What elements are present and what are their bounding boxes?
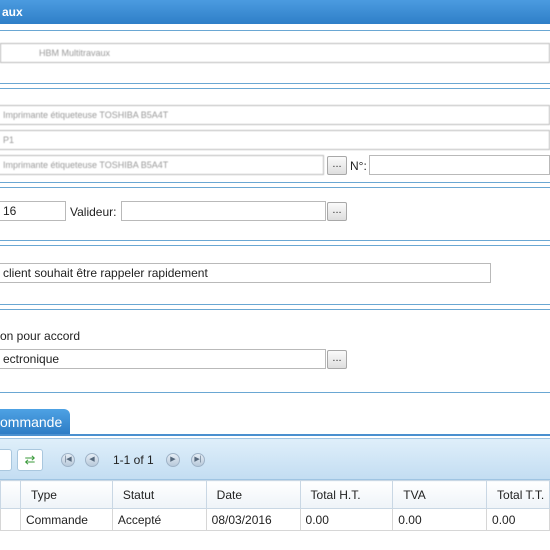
client-name-value: HBM Multitravaux: [39, 48, 111, 58]
section-divider: [0, 392, 550, 393]
column-header-type[interactable]: Type: [19, 480, 113, 509]
section-divider: [0, 83, 550, 84]
toolbar-button[interactable]: [0, 449, 12, 471]
reference-value: P1: [3, 135, 15, 145]
prev-page-button[interactable]: ◀: [85, 453, 99, 467]
table-row[interactable]: Commande Accepté 08/03/2016 0.00 0.00 0.…: [0, 508, 550, 531]
section-divider: [0, 304, 550, 305]
window-title-bar: aux: [0, 0, 550, 24]
last-page-button[interactable]: ▶|: [191, 453, 205, 467]
status-text: on pour accord: [0, 329, 81, 343]
table-cell: Accepté: [111, 508, 207, 531]
first-page-button[interactable]: |◀: [61, 453, 75, 467]
section-divider: [0, 30, 550, 31]
column-header-status[interactable]: Statut: [111, 480, 207, 509]
article-field[interactable]: Imprimante étiqueteuse TOSHIBA B5A4T: [0, 155, 324, 175]
validator-browse-button[interactable]: ...: [327, 202, 347, 221]
article-browse-button[interactable]: ...: [327, 156, 347, 175]
channel-field[interactable]: ectronique: [0, 349, 326, 369]
grid-toolbar: ⇄ |◀ ◀ 1-1 of 1 ▶ ▶|: [0, 438, 550, 480]
date-input[interactable]: 16: [0, 201, 66, 221]
ellipsis-label: ...: [332, 352, 342, 364]
column-header-select[interactable]: [0, 480, 21, 509]
section-divider: [0, 88, 550, 89]
section-divider: [0, 187, 550, 188]
client-name-field[interactable]: HBM Multitravaux: [0, 43, 550, 63]
table-cell: 0.00: [392, 508, 488, 531]
designation-value: Imprimante étiqueteuse TOSHIBA B5A4T: [3, 110, 169, 120]
table-cell: Commande: [19, 508, 113, 531]
refresh-button[interactable]: ⇄: [17, 449, 43, 471]
tab-underline: [0, 434, 550, 436]
section-divider: [0, 240, 550, 241]
section-divider: [0, 245, 550, 246]
table-cell: 0.00: [486, 508, 550, 531]
table-header-row: Type Statut Date Total H.T. TVA Total T.…: [0, 480, 550, 509]
validator-label: Valideur:: [70, 205, 117, 219]
reference-field[interactable]: P1: [0, 130, 550, 150]
column-header-total-ttc[interactable]: Total T.T.: [486, 480, 550, 509]
tab-commande[interactable]: ommande: [0, 409, 70, 435]
section-divider: [0, 309, 550, 310]
channel-value: ectronique: [3, 352, 60, 366]
validator-input[interactable]: [121, 201, 326, 221]
comment-value: client souhait être rappeler rapidement: [3, 266, 208, 280]
number-input[interactable]: [369, 155, 550, 175]
table-cell: 0.00: [299, 508, 394, 531]
table-cell: [0, 508, 21, 531]
last-page-icon: ▶|: [194, 456, 202, 463]
article-value: Imprimante étiqueteuse TOSHIBA B5A4T: [3, 160, 169, 170]
column-header-tva[interactable]: TVA: [392, 480, 488, 509]
pagination-info: 1-1 of 1: [113, 453, 154, 467]
next-page-icon: ▶: [170, 456, 176, 463]
column-header-date[interactable]: Date: [205, 480, 301, 509]
ellipsis-label: ...: [332, 158, 342, 170]
column-header-total-ht[interactable]: Total H.T.: [299, 480, 394, 509]
prev-page-icon: ◀: [89, 456, 95, 463]
table-cell: 08/03/2016: [205, 508, 301, 531]
number-label: N°:: [350, 159, 367, 173]
next-page-button[interactable]: ▶: [166, 453, 180, 467]
comment-field[interactable]: client souhait être rappeler rapidement: [0, 263, 491, 283]
first-page-icon: |◀: [64, 456, 72, 463]
designation-field[interactable]: Imprimante étiqueteuse TOSHIBA B5A4T: [0, 105, 550, 125]
channel-browse-button[interactable]: ...: [327, 350, 347, 369]
tab-commande-label: ommande: [0, 414, 63, 430]
section-divider: [0, 182, 550, 183]
orders-table: Type Statut Date Total H.T. TVA Total T.…: [0, 480, 550, 531]
window-title: aux: [2, 5, 23, 19]
refresh-icon: ⇄: [24, 452, 36, 467]
ellipsis-label: ...: [332, 204, 342, 216]
